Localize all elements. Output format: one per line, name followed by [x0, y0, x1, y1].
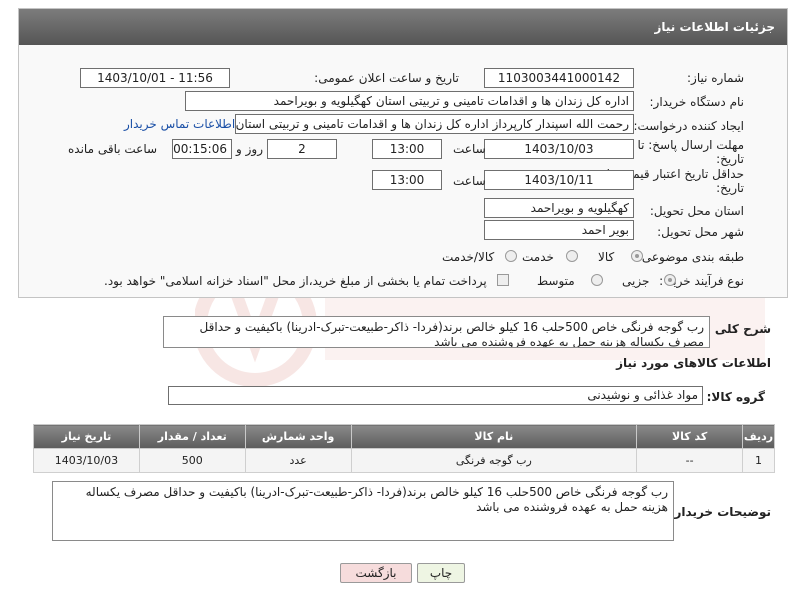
remaining-label: ساعت باقی مانده — [68, 142, 158, 156]
treasury-note: پرداخت تمام یا بخشی از مبلغ خرید،از محل … — [104, 274, 487, 288]
buyer-notes-textarea: رب گوجه فرنگی خاص 500حلب 16 کیلو خالص بر… — [52, 481, 674, 541]
cell-unit: عدد — [244, 448, 352, 473]
category-radio-goods[interactable] — [631, 250, 643, 262]
col-code: کد کالا — [636, 424, 744, 449]
city-field: بویر احمد — [484, 220, 634, 240]
col-need-date: تاریخ نیاز — [33, 424, 140, 449]
col-name: نام کالا — [350, 424, 638, 449]
print-button[interactable]: چاپ — [417, 563, 465, 583]
table-row: 1 -- رب گوجه فرنگی عدد 500 1403/10/03 — [33, 448, 775, 473]
cell-need-date: 1403/10/03 — [33, 448, 140, 473]
city-label: شهر محل تحویل: — [657, 225, 744, 239]
buyer-org-field: اداره کل زندان ها و اقدامات تامینی و ترب… — [185, 91, 634, 111]
need-number-field: 1103003441000142 — [484, 68, 634, 88]
buyer-org-label: نام دستگاه خریدار: — [649, 95, 745, 109]
category-radio-goods-service[interactable] — [505, 250, 517, 262]
province-field: کهگیلویه و بویراحمد — [484, 198, 634, 218]
need-number-label: شماره نیاز: — [687, 71, 744, 85]
category-option-goods: کالا — [598, 250, 615, 264]
category-option-service: خدمت — [522, 250, 554, 264]
cell-code: -- — [636, 448, 744, 473]
back-button[interactable]: بازگشت — [340, 563, 412, 583]
buyer-notes-label: توضیحات خریدار: — [669, 505, 771, 519]
cell-quantity: 500 — [138, 448, 246, 473]
process-radio-minor[interactable] — [664, 274, 676, 286]
goods-group-label: گروه کالا: — [706, 390, 765, 404]
remaining-time-field: 00:15:06 — [172, 139, 232, 159]
validity-time-field: 13:00 — [372, 170, 442, 190]
col-row: ردیف — [742, 424, 775, 449]
items-table: ردیف کد کالا نام کالا واحد شمارش تعداد /… — [33, 424, 775, 473]
col-quantity: تعداد / مقدار — [138, 424, 246, 449]
treasury-checkbox[interactable] — [497, 274, 509, 286]
buyer-contact-link[interactable]: اطلاعات تماس خریدار — [124, 117, 235, 131]
validity-date-field: 1403/10/11 — [484, 170, 634, 190]
goods-group-field: مواد غذائی و نوشیدنی — [168, 386, 703, 405]
announce-label: تاریخ و ساعت اعلان عمومی: — [314, 71, 459, 85]
deadline-label-line2: تاریخ: — [716, 152, 744, 166]
process-option-medium: متوسط — [537, 274, 575, 288]
deadline-date-field: 1403/10/03 — [484, 139, 634, 159]
deadline-label-line1: مهلت ارسال پاسخ: تا — [637, 138, 744, 152]
panel-title: جزئیات اطلاعات نیاز — [19, 9, 787, 45]
days-label: روز و — [236, 142, 263, 156]
category-label: طبقه بندی موضوعی: — [637, 250, 744, 264]
col-unit: واحد شمارش — [244, 424, 352, 449]
validity-label-line2: تاریخ: — [716, 181, 744, 195]
deadline-time-label: ساعت — [453, 142, 486, 156]
validity-time-label: ساعت — [453, 174, 486, 188]
table-header-row: ردیف کد کالا نام کالا واحد شمارش تعداد /… — [33, 424, 775, 449]
summary-textarea: رب گوجه فرنگی خاص 500حلب 16 کیلو خالص بر… — [163, 316, 710, 348]
creator-field: رحمت الله اسپندار کارپرداز اداره کل زندا… — [235, 114, 634, 134]
category-radio-service[interactable] — [566, 250, 578, 262]
creator-label: ایجاد کننده درخواست: — [633, 119, 744, 133]
process-option-minor: جزیی — [622, 274, 650, 288]
cell-row: 1 — [742, 448, 775, 473]
province-label: استان محل تحویل: — [649, 204, 744, 218]
cell-name: رب گوجه فرنگی — [350, 448, 638, 473]
deadline-time-field: 13:00 — [372, 139, 442, 159]
goods-section-title: اطلاعات کالاهای مورد نیاز — [616, 356, 771, 370]
process-radio-medium[interactable] — [591, 274, 603, 286]
category-option-goods-service: کالا/خدمت — [442, 250, 495, 264]
announce-datetime-field: 1403/10/01 - 11:56 — [80, 68, 230, 88]
days-remaining-field: 2 — [267, 139, 337, 159]
